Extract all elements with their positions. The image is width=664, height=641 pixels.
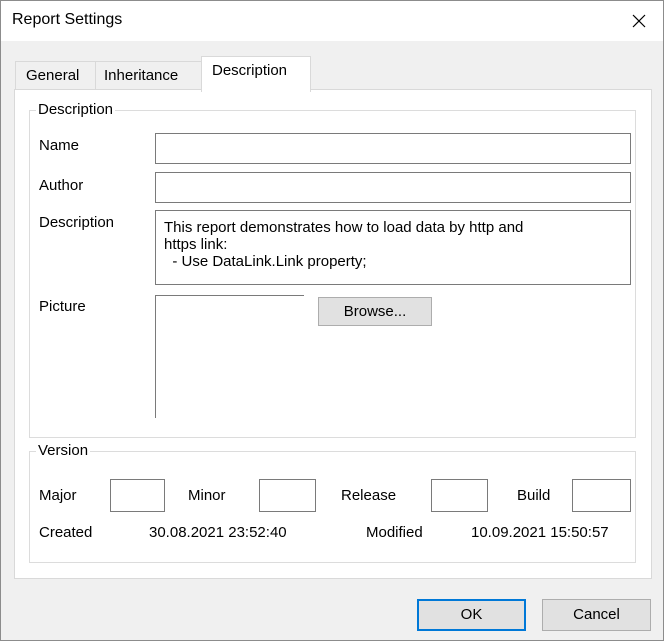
picture-label: Picture xyxy=(39,298,86,315)
tab-panel-description: Description Name Author Description This… xyxy=(14,89,652,579)
description-line: This report demonstrates how to load dat… xyxy=(164,219,524,236)
major-field[interactable] xyxy=(110,479,165,512)
tab-label: Inheritance xyxy=(104,67,179,84)
title-bar: Report Settings xyxy=(1,1,663,41)
version-group: Version Major Minor Release Build Create… xyxy=(29,442,636,563)
group-legend: Description xyxy=(36,101,116,118)
tab-description[interactable]: Description xyxy=(201,56,311,92)
build-field[interactable] xyxy=(572,479,631,512)
release-label: Release xyxy=(341,487,397,504)
author-label: Author xyxy=(39,177,84,194)
name-label: Name xyxy=(39,137,80,154)
major-label: Major xyxy=(39,487,77,504)
description-line: https link: xyxy=(164,236,228,253)
report-settings-dialog: Report Settings General Inheritance Desc… xyxy=(0,0,664,641)
author-field[interactable] xyxy=(155,172,631,203)
close-icon xyxy=(632,14,646,28)
picture-box[interactable] xyxy=(155,295,304,418)
created-label: Created xyxy=(39,524,93,541)
name-field[interactable] xyxy=(155,133,631,164)
tab-label: General xyxy=(26,67,80,84)
modified-value: 10.09.2021 15:50:57 xyxy=(471,524,609,541)
tab-inheritance[interactable]: Inheritance xyxy=(95,61,203,90)
description-line: - Use DataLink.Link property; xyxy=(164,253,367,270)
tab-label: Description xyxy=(212,62,288,79)
minor-label: Minor xyxy=(188,487,226,504)
modified-label: Modified xyxy=(366,524,423,541)
tab-general[interactable]: General xyxy=(15,61,97,90)
created-value: 30.08.2021 23:52:40 xyxy=(149,524,287,541)
group-legend: Version xyxy=(36,442,91,459)
ok-button[interactable]: OK xyxy=(417,599,526,631)
release-field[interactable] xyxy=(431,479,488,512)
description-label: Description xyxy=(39,214,115,231)
description-textarea[interactable]: This report demonstrates how to load dat… xyxy=(155,210,631,285)
dialog-title: Report Settings xyxy=(12,11,123,28)
minor-field[interactable] xyxy=(259,479,316,512)
close-button[interactable] xyxy=(615,1,663,41)
browse-button[interactable]: Browse... xyxy=(318,297,432,326)
build-label: Build xyxy=(517,487,551,504)
description-group: Description Name Author Description This… xyxy=(29,101,636,438)
cancel-button[interactable]: Cancel xyxy=(542,599,651,631)
